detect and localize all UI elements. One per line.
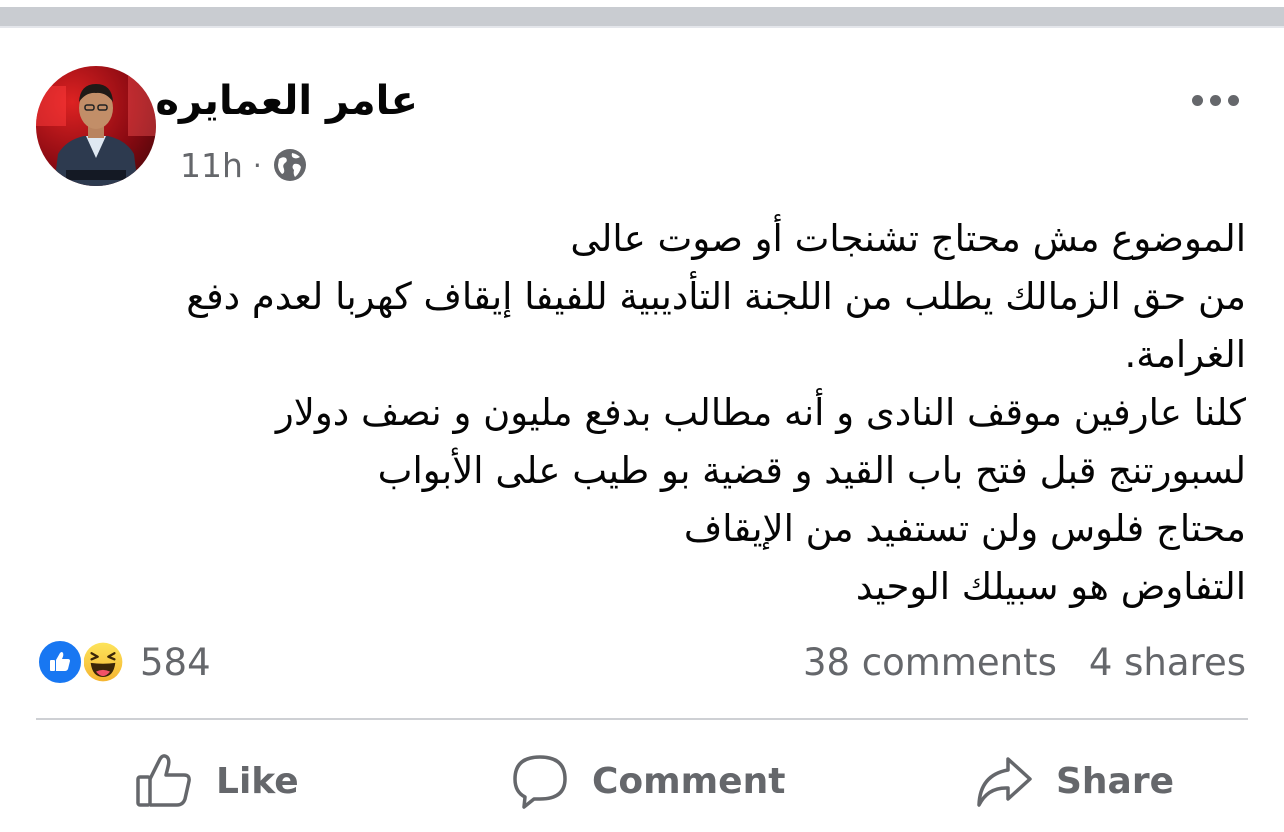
more-dot bbox=[1210, 94, 1221, 106]
author-name[interactable]: عامر العمايره bbox=[155, 78, 418, 124]
comment-button[interactable]: Comment bbox=[510, 748, 785, 814]
author-avatar[interactable] bbox=[36, 66, 156, 186]
like-button[interactable]: Like bbox=[134, 748, 299, 814]
shares-count[interactable]: 4 shares bbox=[1089, 641, 1246, 684]
share-arrow-icon bbox=[977, 757, 1032, 807]
meta-separator: · bbox=[252, 148, 262, 182]
feed-gap bbox=[0, 7, 1284, 26]
globe-icon[interactable] bbox=[272, 147, 308, 183]
post-line: لسبورتنج قبل فتح باب القيد و قضية بو طيب… bbox=[377, 449, 1246, 492]
post-actions-bar: Like Comment Share bbox=[0, 748, 1284, 814]
engagement-summary: 38 comments 4 shares bbox=[803, 636, 1246, 688]
post-line: الغرامة. bbox=[1124, 333, 1246, 376]
comments-count[interactable]: 38 comments bbox=[803, 641, 1057, 684]
post-time[interactable]: 11h bbox=[180, 146, 243, 185]
post-line: كلنا عارفين موقف النادى و أنه مطالب بدفع… bbox=[275, 391, 1246, 434]
share-button[interactable]: Share bbox=[974, 748, 1174, 814]
post-card: عامر العمايره 11h · الموضوع مش محتاج تشن… bbox=[0, 28, 1284, 832]
share-label: Share bbox=[1056, 760, 1175, 802]
more-dot bbox=[1192, 94, 1203, 106]
reaction-count: 584 bbox=[140, 640, 211, 684]
actions-divider bbox=[36, 718, 1248, 720]
post-line: من حق الزمالك يطلب من اللجنة التأديبية ل… bbox=[186, 275, 1246, 318]
post-body: الموضوع مش محتاج تشنجات أو صوت عالى من ح… bbox=[31, 210, 1246, 616]
reactions-summary[interactable]: 584 bbox=[36, 636, 211, 688]
thumbs-up-icon bbox=[136, 754, 191, 807]
post-line: الموضوع مش محتاج تشنجات أو صوت عالى bbox=[570, 217, 1246, 260]
avatar-image bbox=[36, 76, 156, 186]
like-label: Like bbox=[216, 760, 299, 802]
comment-label: Comment bbox=[592, 760, 786, 802]
more-dot bbox=[1228, 94, 1239, 106]
feed-separator bbox=[0, 0, 1284, 28]
like-reaction-icon bbox=[36, 638, 84, 686]
post-line: محتاج فلوس ولن تستفيد من الإيقاف bbox=[683, 507, 1246, 550]
more-options-icon[interactable] bbox=[1192, 90, 1242, 110]
haha-reaction-icon bbox=[78, 637, 128, 687]
post-meta: 11h · bbox=[180, 143, 308, 187]
comment-bubble-icon bbox=[513, 755, 567, 809]
post-line: التفاوض هو سبيلك الوحيد bbox=[855, 565, 1246, 608]
